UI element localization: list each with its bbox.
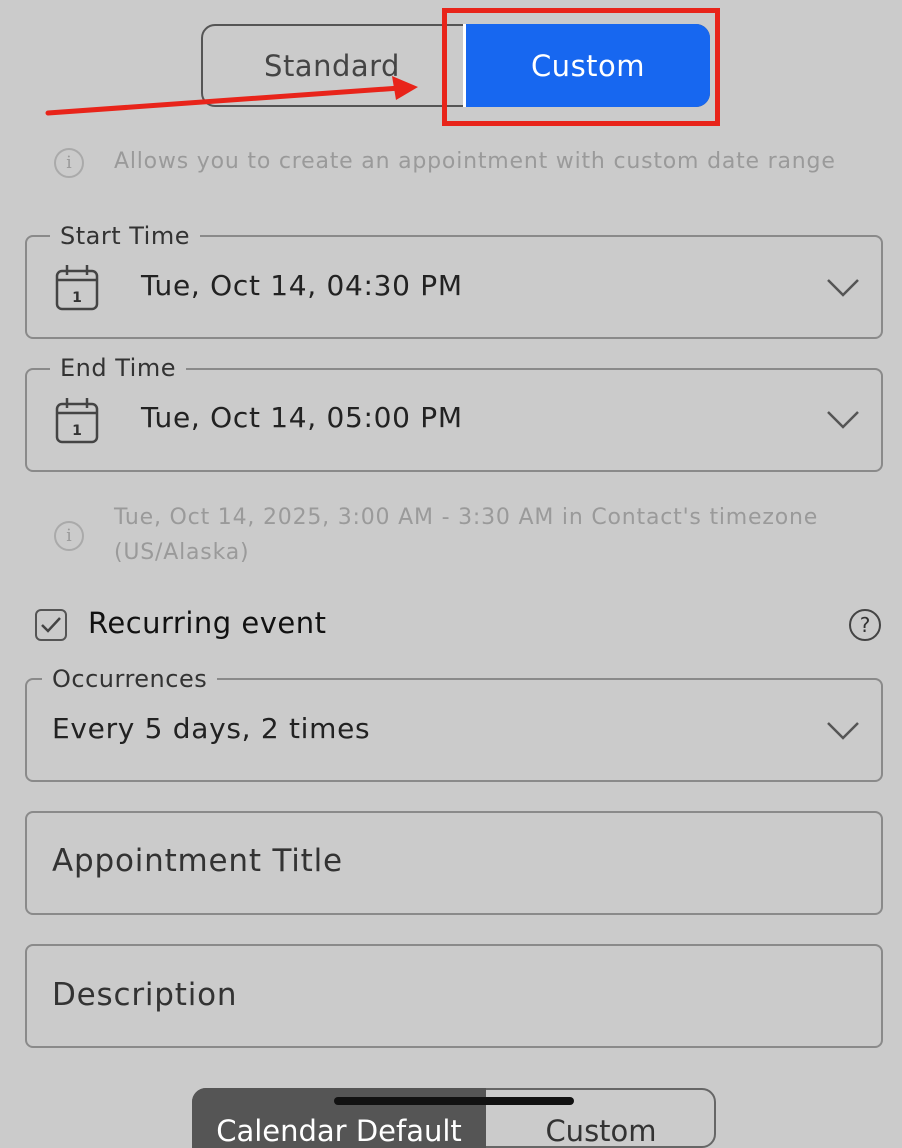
start-time-label: Start Time	[50, 222, 200, 250]
calendar-icon: 1	[55, 265, 99, 311]
appointment-title-placeholder: Appointment Title	[52, 843, 343, 879]
timezone-hint-line1: Tue, Oct 14, 2025, 3:00 AM - 3:30 AM in …	[114, 505, 819, 530]
chevron-down-icon[interactable]	[826, 721, 860, 741]
chevron-down-icon[interactable]	[826, 410, 860, 430]
end-time-label: End Time	[50, 354, 186, 382]
home-indicator	[334, 1097, 574, 1105]
info-icon: i	[54, 521, 84, 551]
checkmark-icon	[41, 617, 61, 633]
chevron-down-icon[interactable]	[826, 278, 860, 298]
end-time-value: Tue, Oct 14, 05:00 PM	[141, 401, 463, 434]
calendar-default-label: Calendar Default	[216, 1114, 462, 1148]
start-time-value: Tue, Oct 14, 04:30 PM	[141, 269, 463, 302]
svg-text:1: 1	[72, 290, 82, 306]
occurrences-value: Every 5 days, 2 times	[52, 712, 371, 745]
calendar-icon: 1	[55, 398, 99, 444]
highlight-box	[442, 8, 720, 126]
recurring-checkbox[interactable]	[35, 609, 67, 641]
custom-bottom-label: Custom	[545, 1114, 657, 1148]
svg-text:1: 1	[72, 423, 82, 439]
occurrences-label: Occurrences	[42, 665, 218, 693]
custom-hint-text: Allows you to create an appointment with…	[114, 149, 836, 174]
description-placeholder: Description	[52, 977, 238, 1013]
recurring-label[interactable]: Recurring event	[88, 606, 327, 640]
info-icon: i	[54, 148, 84, 178]
annotation-arrow	[45, 76, 418, 116]
help-icon[interactable]: ?	[849, 609, 881, 641]
timezone-hint-line2: (US/Alaska)	[114, 540, 250, 565]
